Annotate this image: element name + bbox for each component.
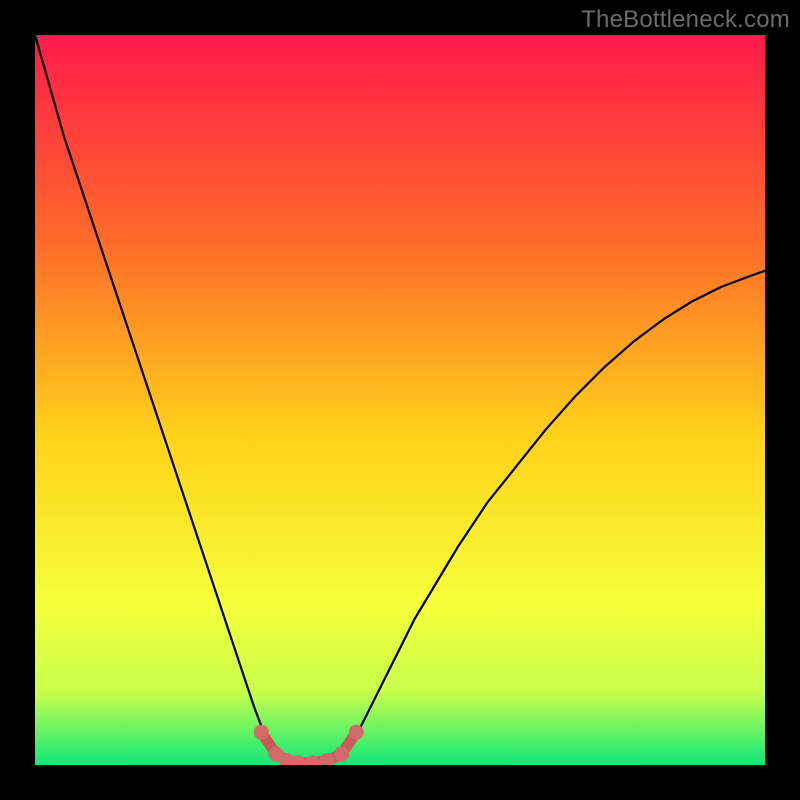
highlight-marker <box>349 725 364 740</box>
highlight-marker <box>254 725 269 740</box>
plot-area <box>35 35 765 765</box>
gradient-background <box>35 35 765 765</box>
chart-frame: TheBottleneck.com <box>0 0 800 800</box>
highlight-marker <box>334 747 349 762</box>
bottleneck-curve-chart <box>35 35 765 765</box>
watermark-text: TheBottleneck.com <box>581 6 790 34</box>
